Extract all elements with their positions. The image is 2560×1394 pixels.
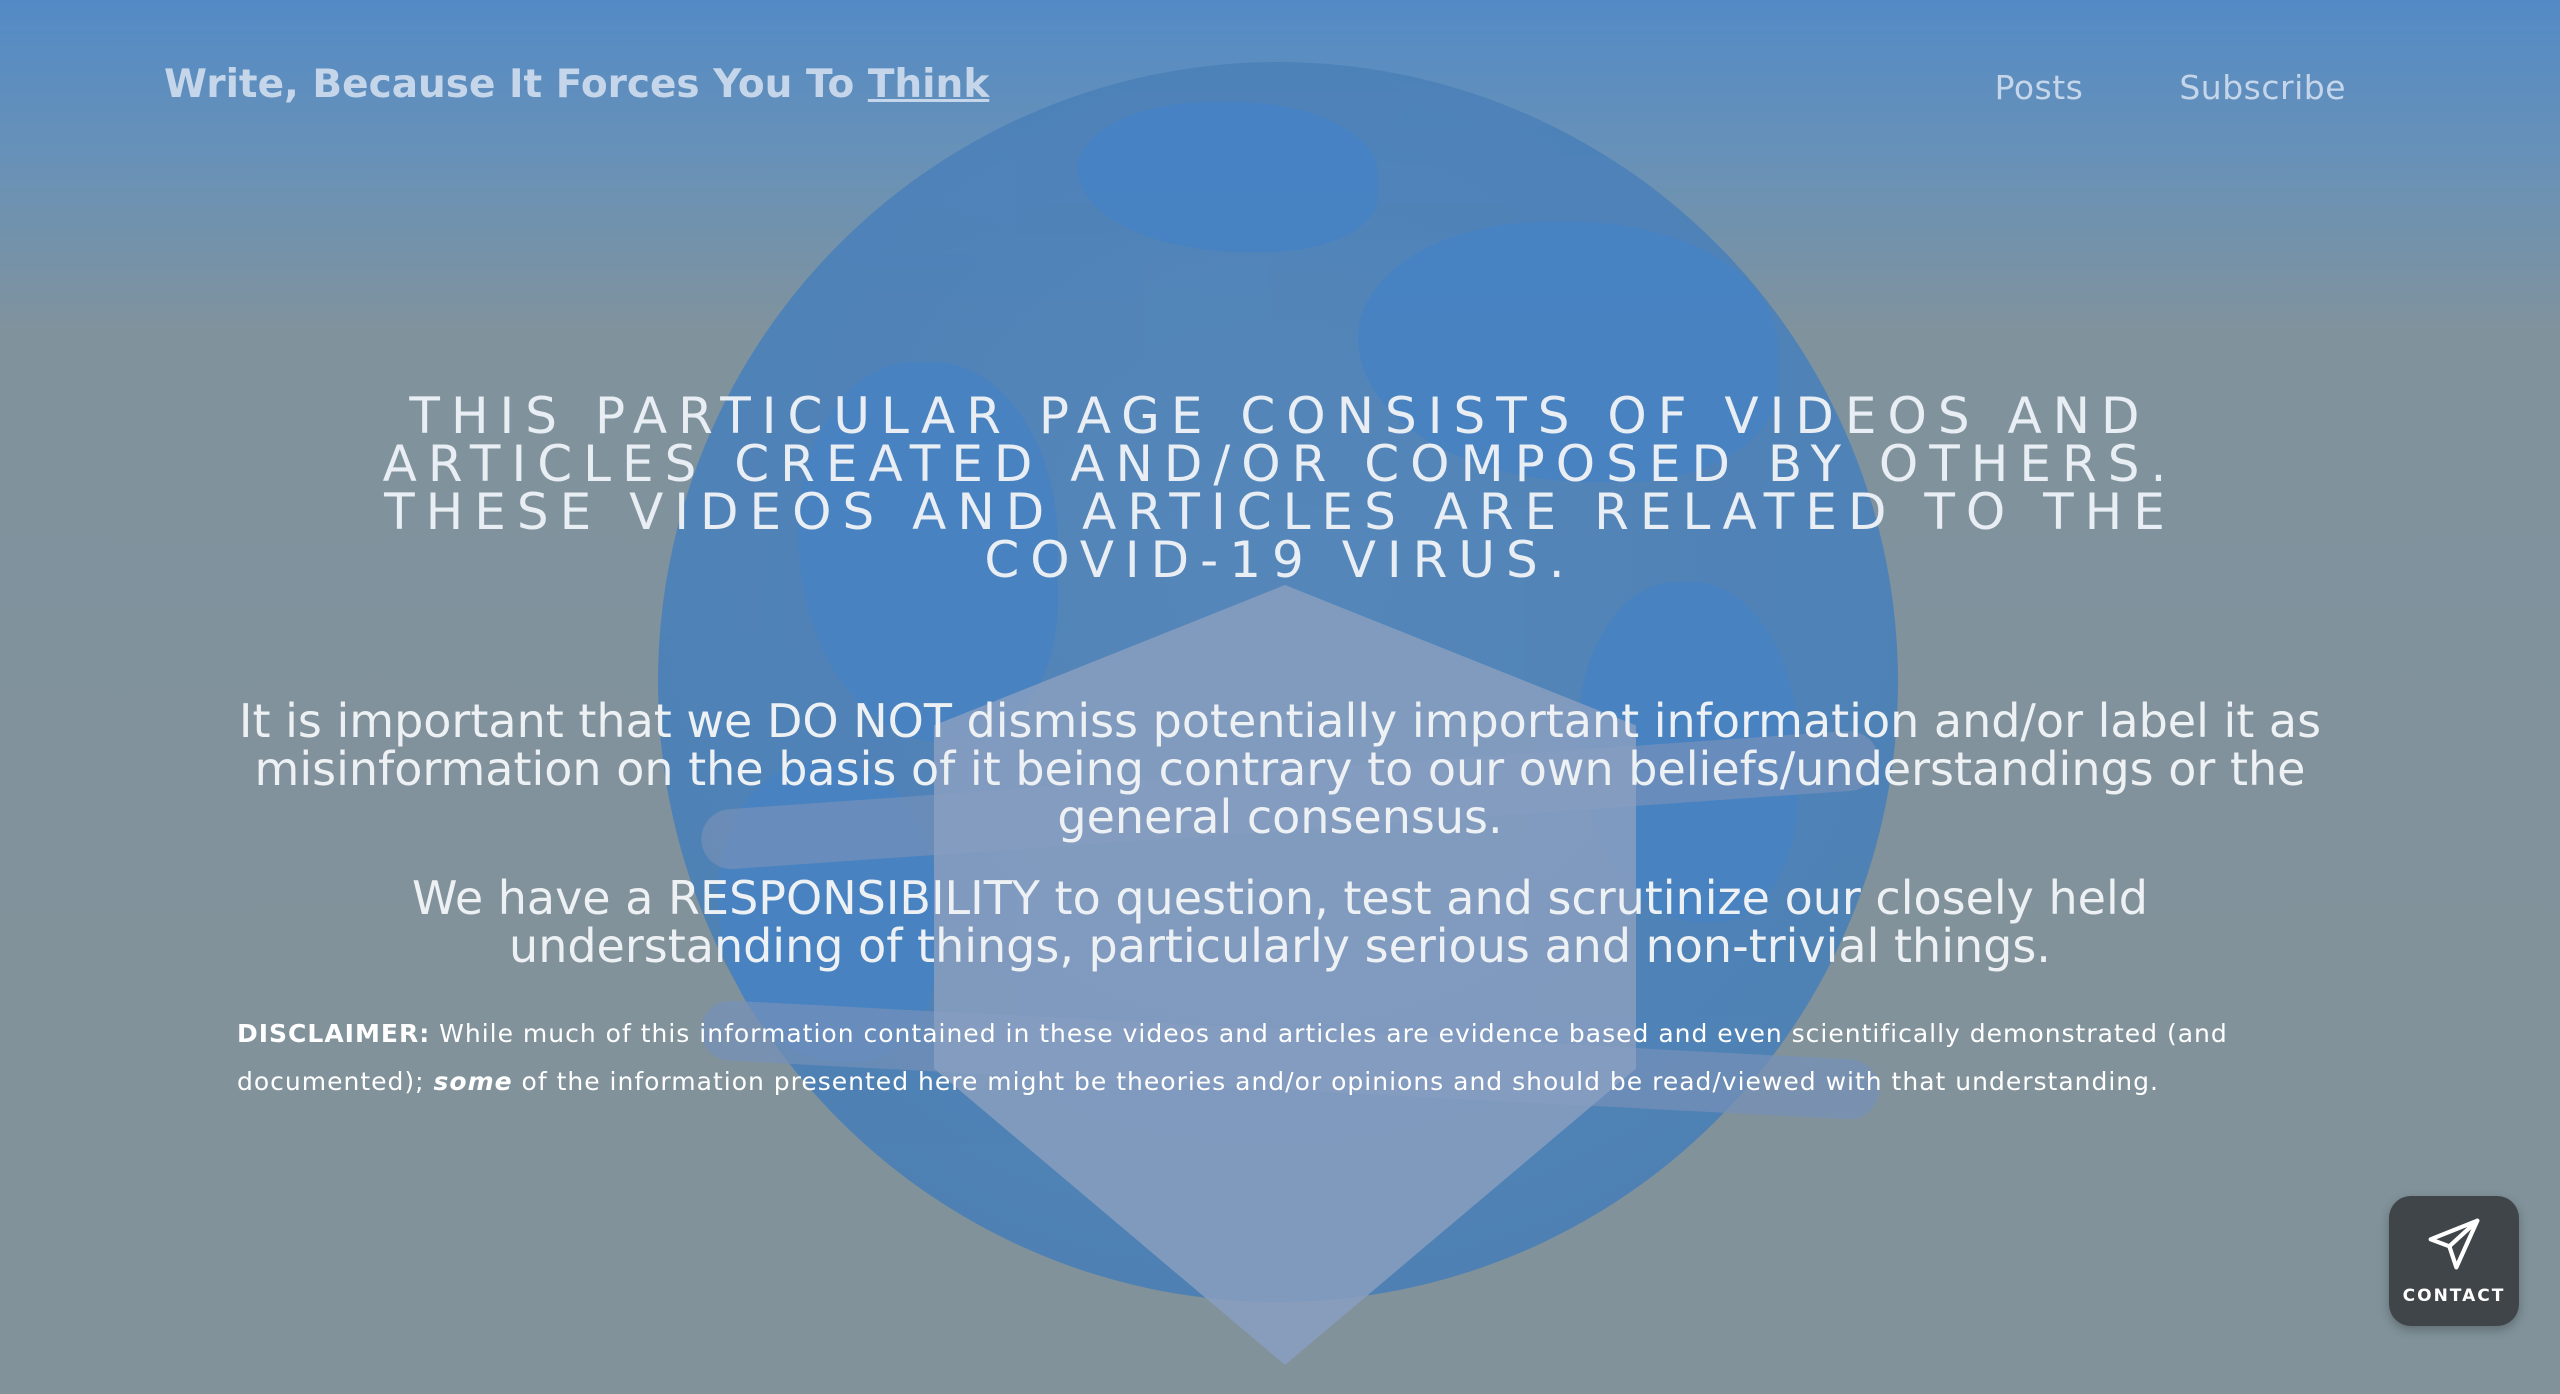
intro-text-pre: It is important that we (238, 694, 767, 748)
main-nav: Posts Subscribe (1995, 68, 2346, 107)
nav-posts[interactable]: Posts (1995, 68, 2084, 107)
intro-paragraph: It is important that we DO NOT dismiss p… (220, 697, 2340, 841)
site-title-link[interactable]: Think (868, 62, 989, 107)
nav-subscribe[interactable]: Subscribe (2179, 68, 2346, 107)
disclaimer-text-end: of the information presented here might … (512, 1067, 2159, 1096)
disclaimer-some: some (433, 1067, 513, 1096)
responsibility-text-pre: We have a (412, 871, 669, 925)
site-title[interactable]: Write, Because It Forces You To Think (164, 62, 989, 107)
page-headline: This particular page consists of videos … (382, 387, 2178, 589)
responsibility-emphasis: RESPONSIBILITY (668, 871, 1040, 925)
contact-label: CONTACT (2402, 1286, 2506, 1306)
disclaimer-label: DISCLAIMER: (237, 1019, 431, 1048)
site-title-prefix: Write, Because It Forces You To (164, 62, 868, 107)
contact-button[interactable]: CONTACT (2389, 1196, 2519, 1326)
paper-plane-icon (2426, 1216, 2482, 1286)
disclaimer: DISCLAIMER: While much of this informati… (237, 1010, 2337, 1106)
responsibility-paragraph: We have a RESPONSIBILITY to question, te… (300, 874, 2260, 970)
intro-emphasis: DO NOT (766, 694, 952, 748)
